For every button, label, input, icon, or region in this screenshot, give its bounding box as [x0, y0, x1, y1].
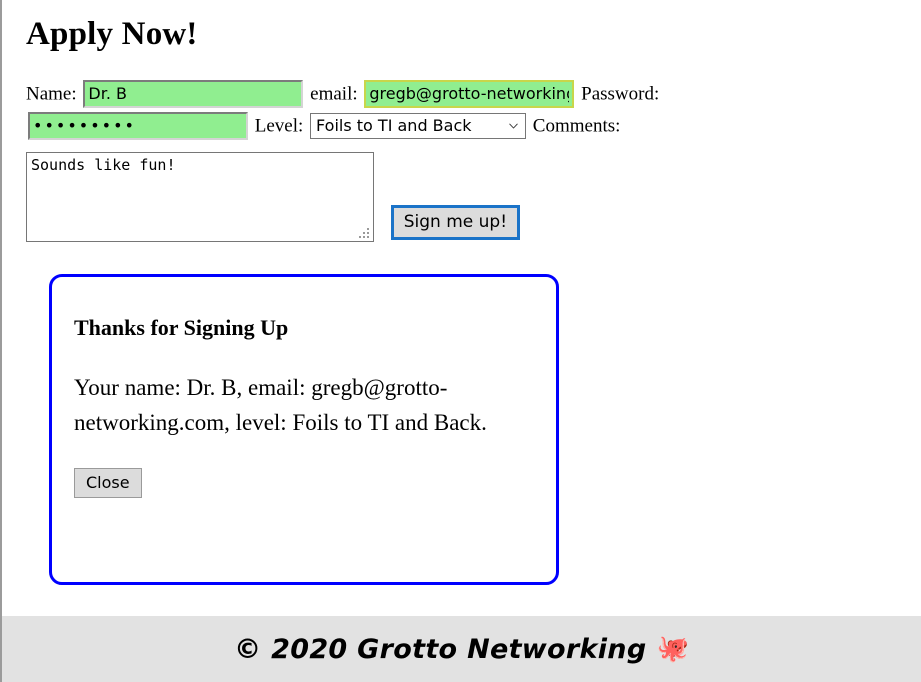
comments-wrapper — [26, 151, 374, 242]
name-input[interactable] — [83, 79, 304, 108]
octopus-icon: 🐙 — [656, 634, 689, 663]
page-content: Apply Now! Name: email: Password: Level:… — [2, 0, 921, 616]
signup-form: Name: email: Password: Level: Foils to T… — [26, 79, 897, 242]
form-row-two: Level: Foils to TI and Back Comments: — [26, 111, 897, 140]
level-select[interactable]: Foils to TI and Back — [310, 112, 527, 139]
page-title: Apply Now! — [26, 16, 198, 52]
modal-close-button[interactable]: Close — [74, 468, 142, 498]
modal-body-text: Your name: Dr. B, email: gregb@grotto-ne… — [74, 375, 487, 435]
sign-me-up-button[interactable]: Sign me up! — [390, 204, 521, 240]
thanks-modal: Thanks for Signing Up Your name: Dr. B, … — [49, 274, 559, 585]
site-footer: © 2020 Grotto Networking 🐙 — [2, 616, 921, 682]
password-label: Password: — [581, 83, 660, 105]
name-label: Name: — [26, 83, 77, 105]
email-label: email: — [310, 83, 358, 105]
comments-label: Comments: — [532, 115, 621, 137]
form-row-one: Name: email: Password: — [26, 79, 897, 108]
level-select-wrapper: Foils to TI and Back — [308, 112, 528, 139]
level-label: Level: — [254, 115, 304, 137]
password-input[interactable] — [28, 111, 248, 140]
comments-textarea[interactable] — [26, 151, 374, 242]
email-input[interactable] — [364, 79, 575, 108]
form-row-three: Sign me up! — [26, 144, 897, 242]
copyright-text: © 2020 Grotto Networking — [234, 633, 647, 665]
modal-heading: Thanks for Signing Up — [74, 315, 289, 340]
